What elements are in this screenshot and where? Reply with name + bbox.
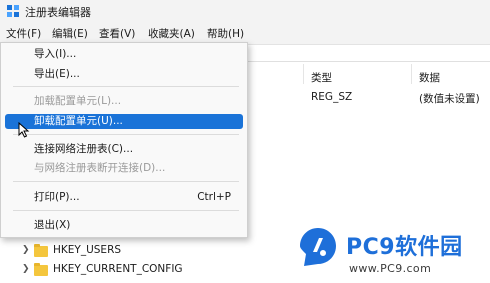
pc9-logo-icon [300,228,336,266]
value-type-cell[interactable]: REG_SZ [311,91,352,103]
folder-icon [34,244,48,257]
menu-bar: 文件(F) 编辑(E) 查看(V) 收藏夹(A) 帮助(H) [0,25,490,43]
address-bar[interactable] [246,46,490,62]
menu-view[interactable]: 查看(V) [95,25,139,43]
column-separator[interactable] [411,64,412,84]
tree-item-label: HKEY_USERS [53,244,122,256]
column-header-data[interactable]: 数据 [419,70,440,85]
menu-item-print[interactable]: 打印(P)... Ctrl+P [5,190,243,205]
mouse-cursor-icon [18,122,30,138]
menu-item-label: 加载配置单元(L)... [34,95,122,107]
menu-item-label: 打印(P)... [34,191,80,203]
watermark-url: www.PC9.com [349,262,432,275]
registry-editor-icon [7,5,19,17]
menu-item-connect-network-registry[interactable]: 连接网络注册表(C)... [5,142,243,157]
menu-item-shortcut: Ctrl+P [197,191,231,203]
column-separator[interactable] [303,64,304,84]
menu-item-label: 退出(X) [34,219,71,231]
tree-item-hkey-current-config[interactable]: ❯ HKEY_CURRENT_CONFIG [18,262,248,280]
menu-item-load-hive[interactable]: 加载配置单元(L)... [5,94,243,109]
tree-item-hkey-users[interactable]: ❯ HKEY_USERS [18,243,248,261]
column-header-type[interactable]: 类型 [311,70,332,85]
chevron-right-icon[interactable]: ❯ [22,264,30,274]
tree-item-label: HKEY_CURRENT_CONFIG [53,263,183,275]
menu-item-label: 导入(I)... [34,48,77,60]
menu-item-label: 连接网络注册表(C)... [34,143,134,155]
window-title: 注册表编辑器 [25,6,91,19]
menu-edit[interactable]: 编辑(E) [48,25,92,43]
chevron-right-icon[interactable]: ❯ [22,245,30,255]
menu-item-export[interactable]: 导出(E)... [5,67,243,82]
menu-item-exit[interactable]: 退出(X) [5,218,243,233]
menu-separator [13,181,239,182]
menu-item-label: 与网络注册表断开连接(D)... [34,162,166,174]
value-data-cell[interactable]: (数值未设置) [419,91,480,106]
title-bar: 注册表编辑器 [0,0,490,22]
menu-file[interactable]: 文件(F) [2,25,45,43]
menu-item-label: 导出(E)... [34,68,80,80]
folder-icon [34,263,48,276]
menu-item-unload-hive[interactable]: 卸载配置单元(U)... [5,114,243,129]
menu-separator [13,86,239,87]
menu-separator [13,134,239,135]
watermark-brand: PC9软件园 [346,235,463,260]
menu-item-import[interactable]: 导入(I)... [5,47,243,62]
file-menu-dropdown: 导入(I)... 导出(E)... 加载配置单元(L)... 卸载配置单元(U)… [0,42,248,238]
menu-item-label: 卸载配置单元(U)... [34,115,123,127]
menu-item-disconnect-network-registry[interactable]: 与网络注册表断开连接(D)... [5,161,243,176]
menu-separator [13,210,239,211]
menu-favorites[interactable]: 收藏夹(A) [144,25,199,43]
menu-help[interactable]: 帮助(H) [203,25,248,43]
